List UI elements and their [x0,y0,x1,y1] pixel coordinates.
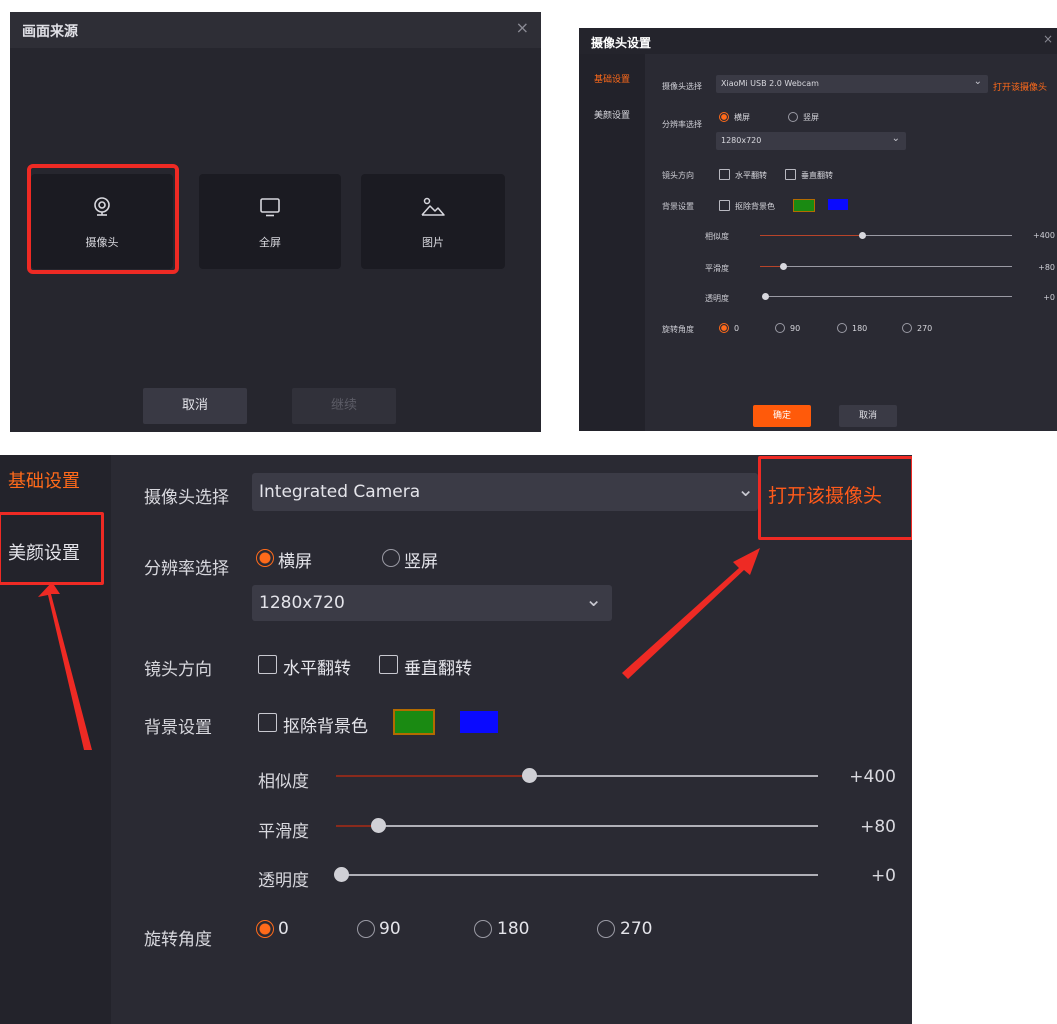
annotation-arrows [38,548,760,750]
slider-label: 透明度 [705,294,729,303]
camera-settings-zoomed: 基础设置 美颜设置 摄像头选择 Integrated Camera ⌄ 打开该摄… [0,455,912,1024]
slider-handle[interactable] [762,293,769,300]
resolution-value: 1280x720 [721,136,762,145]
color-swatch-green[interactable] [793,199,815,212]
slider-handle[interactable] [859,232,866,239]
source-card-label: 全屏 [259,236,281,249]
close-icon[interactable]: × [516,18,529,37]
slider-label: 平滑度 [705,264,729,273]
transparency-slider[interactable] [763,296,1012,297]
source-dialog-titlebar: 画面来源 × [10,12,541,48]
cancel-button[interactable]: 取消 [143,388,247,424]
radio-label: 90 [790,324,801,333]
chevron-down-icon: ⌄ [973,76,982,87]
monitor-icon [199,196,341,222]
source-dialog: 画面来源 × 摄像头 全屏 图片 取消 继续 [10,12,541,432]
radio-label: 270 [917,324,933,333]
radio-label: 横屏 [734,113,750,122]
camera-settings-title: 摄像头设置 [591,36,652,50]
radio-label: 180 [852,324,868,333]
checkbox-vertical-flip[interactable] [785,169,796,180]
slider-value: +400 [1033,231,1055,240]
open-camera-link[interactable]: 打开该摄像头 [993,80,1047,93]
tab-beauty-settings[interactable]: 美颜设置 [579,108,645,121]
slider-fill [760,235,862,236]
confirm-button[interactable]: 确定 [753,405,811,427]
checkbox-remove-background[interactable] [719,200,730,211]
radio-portrait[interactable] [788,112,798,122]
checkbox-label: 垂直翻转 [801,171,833,180]
slider-value: +80 [1038,263,1055,272]
source-card-image[interactable]: 图片 [361,174,505,269]
slider-fill [760,266,782,267]
settings-sidebar: 基础设置 美颜设置 [579,54,645,431]
image-icon [361,196,505,222]
lens-direction-label: 镜头方向 [662,171,694,180]
source-card-fullscreen[interactable]: 全屏 [199,174,341,269]
source-card-label: 图片 [422,236,444,249]
radio-label: 0 [734,324,740,333]
slider-value: +0 [1043,293,1055,302]
chevron-down-icon: ⌄ [891,133,900,144]
radio-label: 竖屏 [803,113,819,122]
source-dialog-title: 画面来源 [22,24,78,40]
camera-select-value: XiaoMi USB 2.0 Webcam [721,79,819,88]
slider-label: 相似度 [705,232,729,241]
checkbox-label: 抠除背景色 [735,202,775,211]
color-swatch-blue[interactable] [828,199,848,210]
camera-select-label: 摄像头选择 [662,82,702,91]
close-icon[interactable]: × [1043,32,1053,46]
camera-select[interactable]: XiaoMi USB 2.0 Webcam ⌄ [716,75,988,93]
resolution-select[interactable]: 1280x720 ⌄ [716,132,906,150]
rotation-label: 旋转角度 [662,325,694,334]
arrow-up-right-icon [622,548,760,679]
background-label: 背景设置 [662,202,694,211]
checkbox-label: 水平翻转 [735,171,767,180]
tab-basic-settings[interactable]: 基础设置 [579,72,645,85]
smoothness-slider[interactable] [760,266,1012,267]
radio-rotation-0[interactable] [719,323,729,333]
camera-settings-dialog: 摄像头设置 × 基础设置 美颜设置 摄像头选择 XiaoMi USB 2.0 W… [579,28,1057,431]
continue-button[interactable]: 继续 [292,388,396,424]
radio-rotation-270[interactable] [902,323,912,333]
slider-handle[interactable] [780,263,787,270]
radio-rotation-180[interactable] [837,323,847,333]
radio-rotation-90[interactable] [775,323,785,333]
cancel-button[interactable]: 取消 [839,405,897,427]
checkbox-horizontal-flip[interactable] [719,169,730,180]
resolution-label: 分辨率选择 [662,120,702,129]
highlight-box [27,164,179,274]
radio-landscape[interactable] [719,112,729,122]
arrow-up-icon [38,582,92,750]
camera-settings-titlebar: 摄像头设置 × [579,28,1057,54]
